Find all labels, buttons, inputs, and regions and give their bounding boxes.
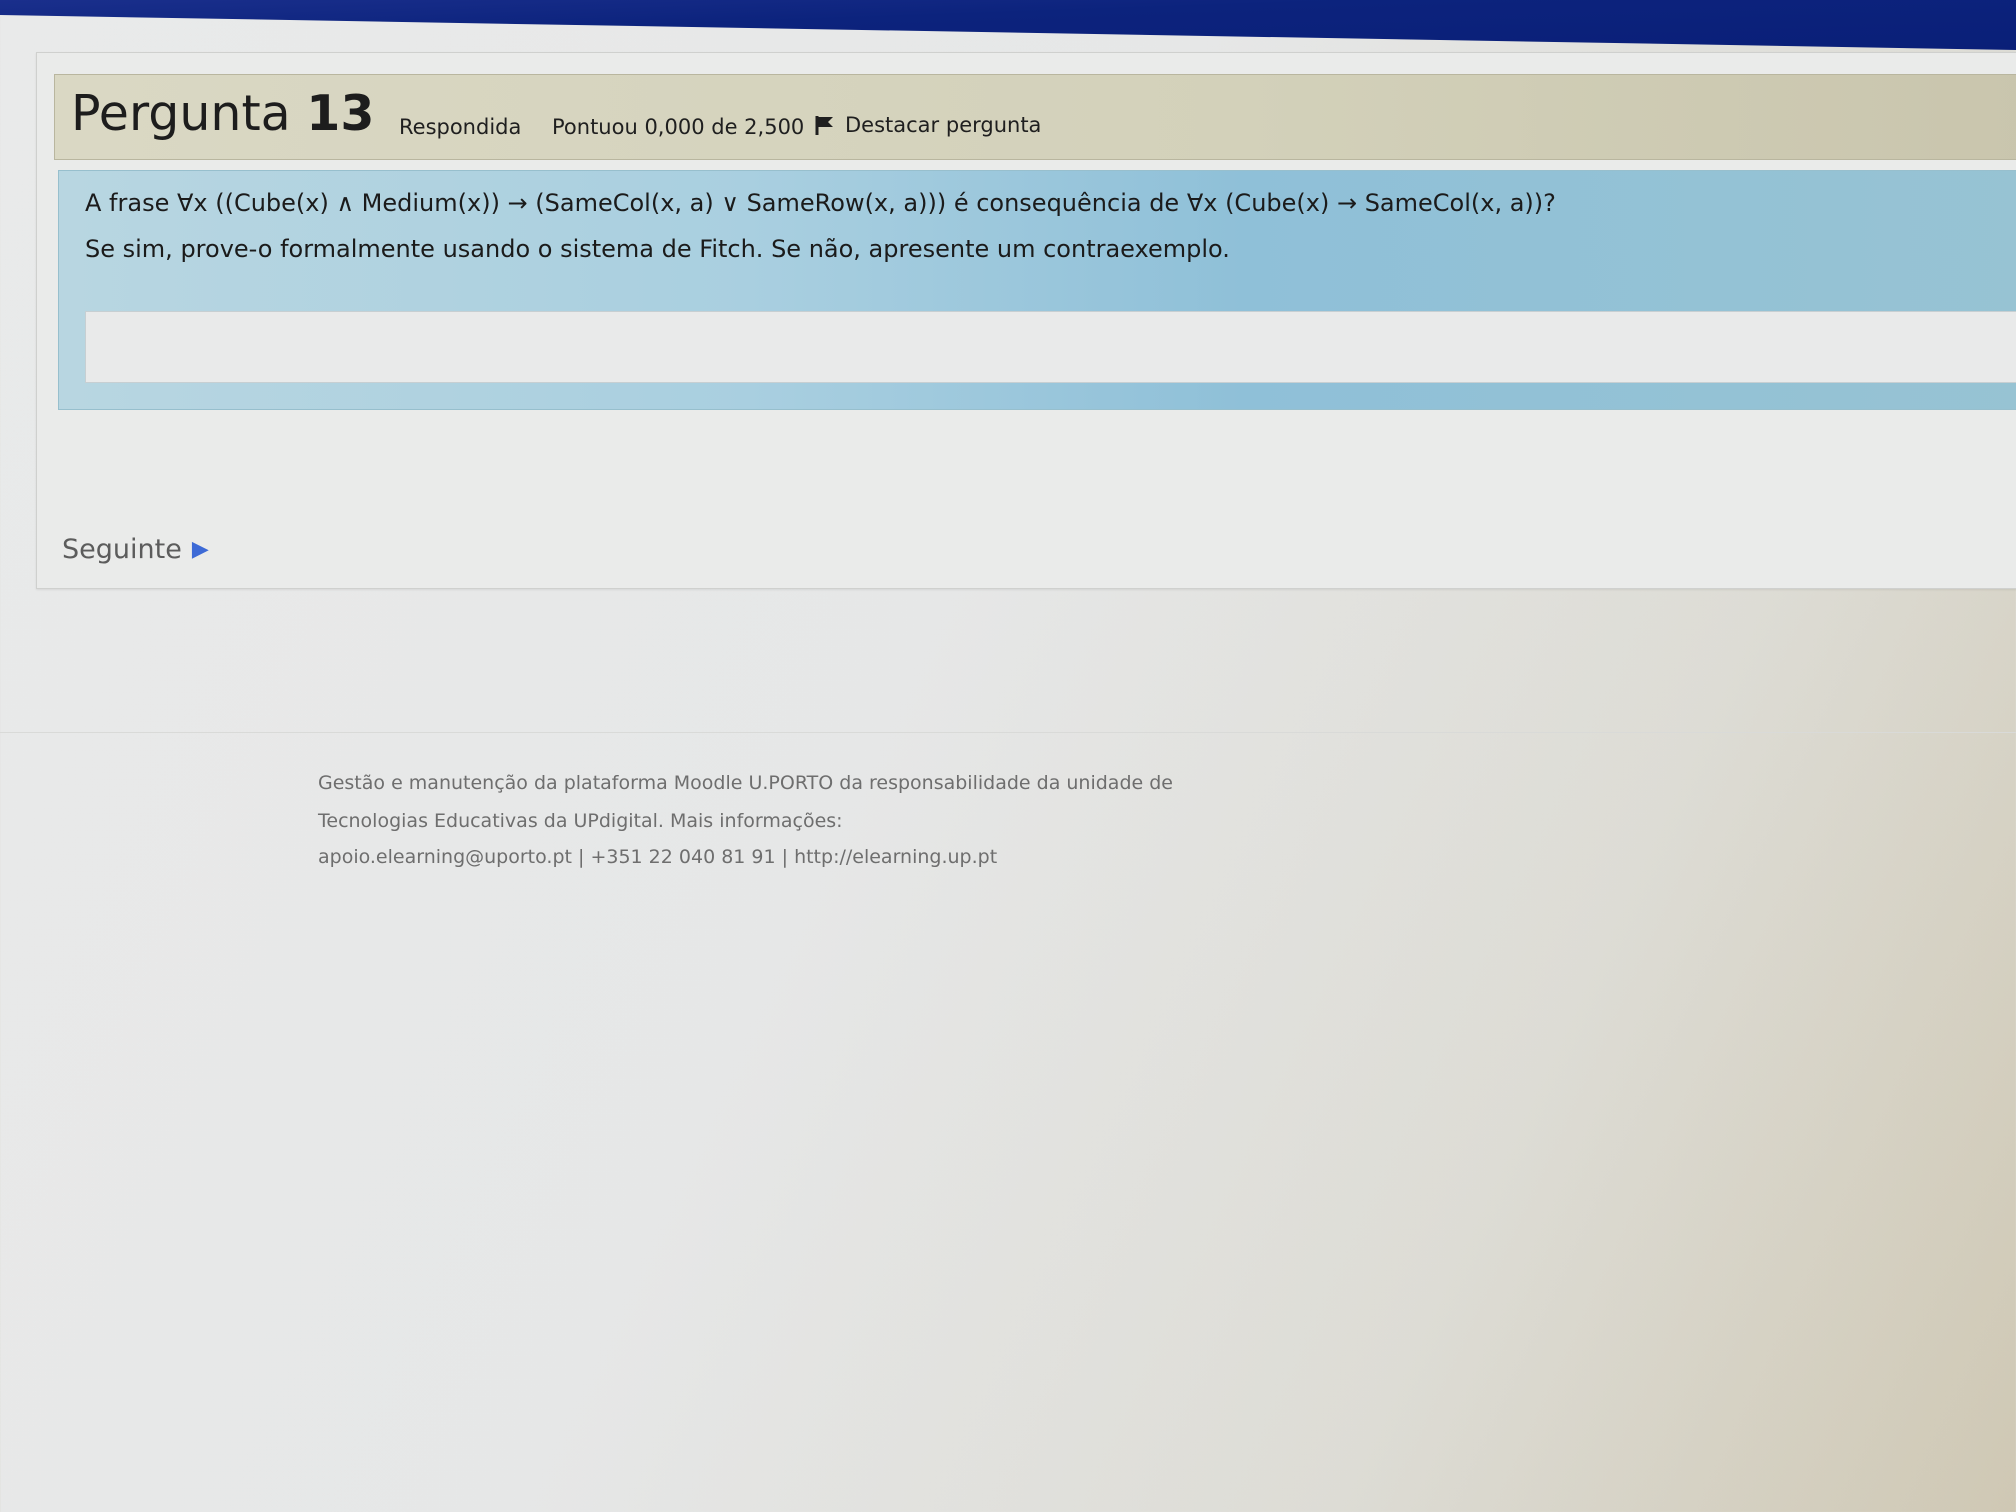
flag-question-button[interactable]: Destacar pergunta [815,113,1041,137]
flag-icon[interactable] [815,114,835,136]
question-text-line-2: Se sim, prove-o formalmente usando o sis… [85,235,1230,263]
question-title-prefix: Pergunta [71,85,291,142]
play-arrow-icon[interactable]: ▶ [192,537,209,562]
question-text-line-1: A frase ∀x ((Cube(x) ∧ Medium(x)) → (Sam… [85,189,1556,217]
footer-text-line-1: Gestão e manutenção da plataforma Moodle… [318,772,1173,794]
footer-contact-line: apoio.elearning@uporto.pt | +351 22 040 … [318,846,998,868]
flag-question-label[interactable]: Destacar pergunta [845,113,1041,137]
next-button-label[interactable]: Seguinte [62,534,182,565]
question-state: Respondida [399,115,522,139]
question-content: A frase ∀x ((Cube(x) ∧ Medium(x)) → (Sam… [58,170,2016,410]
question-title: Pergunta 13 [71,85,374,142]
answer-field[interactable] [85,311,2016,383]
question-info-bar: Pergunta 13 Respondida Pontuou 0,000 de … [54,74,2016,160]
footer-text-line-2: Tecnologias Educativas da UPdigital. Mai… [318,810,843,832]
question-number: 13 [306,85,375,142]
footer-divider [0,732,2016,733]
question-grade: Pontuou 0,000 de 2,500 [552,115,805,139]
browser-top-band [0,0,2016,50]
next-button[interactable]: Seguinte ▶ [62,534,209,565]
